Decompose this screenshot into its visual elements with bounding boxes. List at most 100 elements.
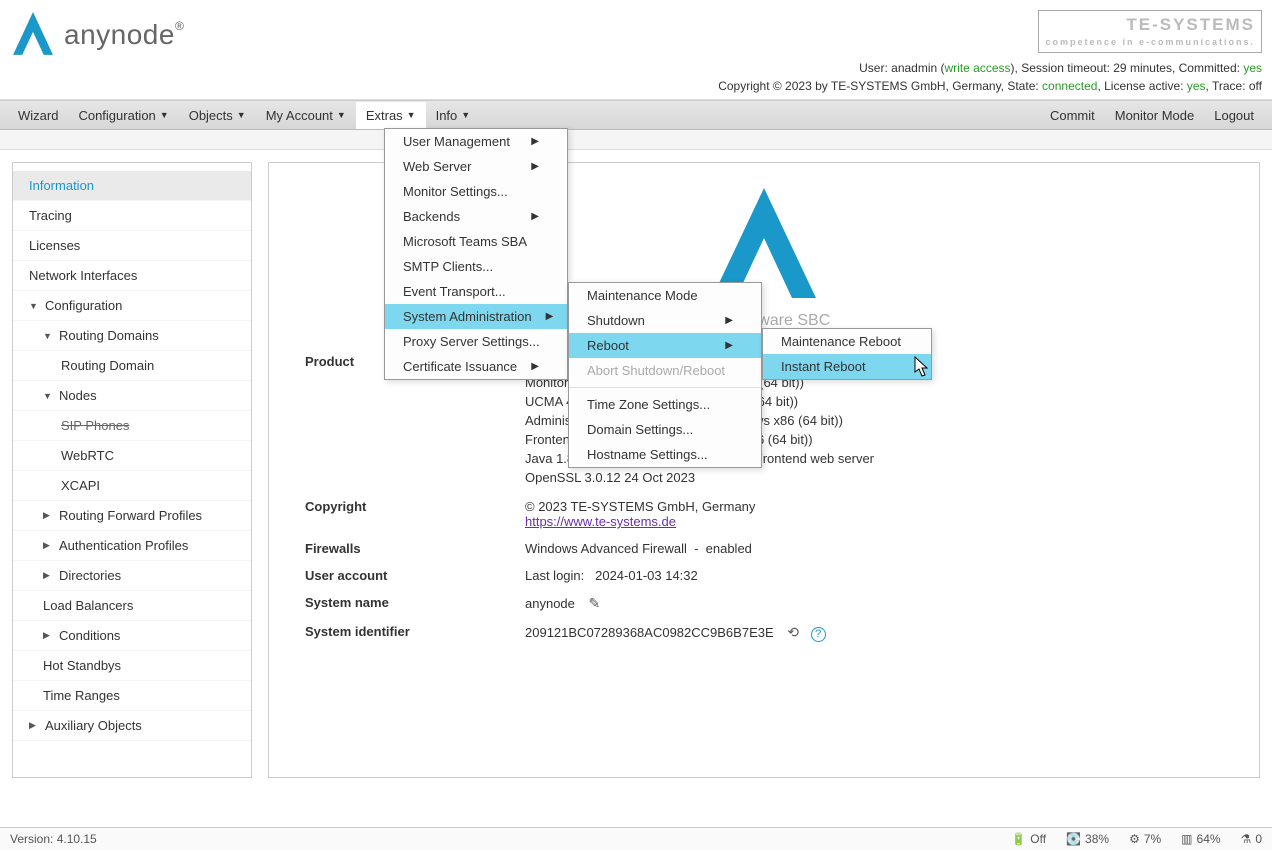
refresh-icon[interactable]: ⟲ [787,624,799,640]
help-icon[interactable]: ? [811,627,826,642]
menu-item[interactable]: Maintenance Reboot [763,329,931,354]
sidebar-item-label: Routing Forward Profiles [59,508,202,523]
menu-configuration[interactable]: Configuration▼ [68,102,178,129]
edit-icon[interactable]: ✎ [589,595,601,611]
sidebar-item[interactable]: ▼Nodes [13,381,251,411]
value-system-name: anynode ✎ [519,589,1229,618]
sidebar-item[interactable]: Information [13,171,251,201]
sidebar-item[interactable]: ▼Configuration [13,291,251,321]
sidebar-item[interactable]: Load Balancers [13,591,251,621]
chevron-right-icon: ▶ [531,211,539,222]
menu-item[interactable]: Microsoft Teams SBA [385,229,567,254]
menu-item-label: Instant Reboot [781,359,866,374]
sidebar-item[interactable]: SIP Phones [13,411,251,441]
caret-icon: ▼ [237,110,246,120]
chevron-down-icon: ▼ [43,391,53,401]
chevron-right-icon: ▶ [531,161,539,172]
menu-wizard[interactable]: Wizard [8,102,68,129]
sidebar-item-label: WebRTC [61,448,114,463]
menu-info[interactable]: Info▼ [426,102,481,129]
menu-item-label: Domain Settings... [587,422,693,437]
menu-monitor-mode[interactable]: Monitor Mode [1105,102,1204,129]
caret-icon: ▼ [160,110,169,120]
footer-version: Version: 4.10.15 [10,832,97,846]
menu-item[interactable]: Hostname Settings... [569,442,761,467]
sidebar-item[interactable]: Licenses [13,231,251,261]
chevron-right-icon: ▶ [531,361,539,372]
value-user-account: Last login: 2024-01-03 14:32 [519,562,1229,589]
header-status: TE-SYSTEMS competence in e-communication… [718,10,1262,95]
sidebar-item-label: Directories [59,568,121,583]
menu-my-account[interactable]: My Account▼ [256,102,356,129]
menu-item[interactable]: Monitor Settings... [385,179,567,204]
sidebar-item[interactable]: Routing Domain [13,351,251,381]
extras-dropdown: User Management▶ Web Server ▶ Monitor Setti… [384,128,568,380]
sidebar-item[interactable]: Tracing [13,201,251,231]
chevron-right-icon: ▶ [725,340,733,351]
menu-item[interactable]: Event Transport... [385,279,567,304]
value-firewalls: Windows Advanced Firewall - enabled [519,535,1229,562]
sidebar-item[interactable]: Time Ranges [13,681,251,711]
caret-icon: ▼ [337,110,346,120]
sidebar-item-label: Load Balancers [43,598,133,613]
sidebar-item-label: Configuration [45,298,122,313]
menu-item-label: Microsoft Teams SBA [403,234,527,249]
menu-item[interactable]: Domain Settings... [569,417,761,442]
sidebar-item[interactable]: Hot Standbys [13,651,251,681]
label-copyright: Copyright [299,493,519,535]
chevron-right-icon: ▶ [546,311,554,322]
anynode-logo-icon [10,10,56,60]
chevron-right-icon: ▶ [43,630,53,641]
sidebar-item[interactable]: ▶Directories [13,561,251,591]
menu-item[interactable]: Time Zone Settings... [569,392,761,417]
sysadmin-dropdown: Maintenance ModeShutdown▶Reboot▶Abort Sh… [568,282,762,468]
footer-connections: ⚗0 [1241,832,1262,846]
menu-objects[interactable]: Objects▼ [179,102,256,129]
sidebar-item-label: Tracing [29,208,72,223]
sidebar-item[interactable]: WebRTC [13,441,251,471]
memory-icon: ▥ [1181,832,1192,846]
sidebar-item[interactable]: Network Interfaces [13,261,251,291]
menu-item[interactable]: User Management▶ [385,129,567,154]
menu-item[interactable]: SMTP Clients... [385,254,567,279]
menu-item[interactable]: Backends▶ [385,204,567,229]
menu-item[interactable]: Instant Reboot [763,354,931,379]
sidebar-item[interactable]: ▶ Conditions [13,621,251,651]
chevron-right-icon: ▶ [29,720,39,731]
sidebar-item[interactable]: ▶ Authentication Profiles [13,531,251,561]
sidebar-item[interactable]: XCAPI [13,471,251,501]
menu-item[interactable]: Web Server ▶ [385,154,567,179]
menu-item[interactable]: Shutdown▶ [569,308,761,333]
menu-item[interactable]: System Administration ▶ [385,304,567,329]
menu-logout[interactable]: Logout [1204,102,1264,129]
sidebar-item-label: Authentication Profiles [59,538,188,553]
sidebar-item-label: Routing Domains [59,328,159,343]
sidebar-item-label: Auxiliary Objects [45,718,142,733]
app-logo: anynode® [10,10,184,60]
chevron-right-icon: ▶ [43,510,53,521]
chevron-right-icon: ▶ [43,540,53,551]
menu-item[interactable]: Maintenance Mode [569,283,761,308]
sidebar-item-label: Conditions [59,628,120,643]
menu-commit[interactable]: Commit [1040,102,1105,129]
sidebar-item[interactable]: ▶ Routing Forward Profiles [13,501,251,531]
menu-item-label: Abort Shutdown/Reboot [587,363,725,378]
menu-extras[interactable]: Extras▼ [356,102,426,129]
menu-item-label: Shutdown [587,313,645,328]
te-systems-link[interactable]: https://www.te-systems.de [525,514,676,529]
disk-icon: 💽 [1066,832,1081,846]
connections-icon: ⚗ [1241,832,1252,846]
menu-item[interactable]: Certificate Issuance▶ [385,354,567,379]
app-logo-text: anynode® [64,19,184,51]
menu-item-label: System Administration [403,309,532,324]
menu-item: Abort Shutdown/Reboot [569,358,761,383]
menu-item-label: Web Server [403,159,471,174]
sidebar-item-label: XCAPI [61,478,100,493]
menu-item[interactable]: Reboot▶ [569,333,761,358]
sidebar-item-label: Licenses [29,238,80,253]
sidebar-item[interactable]: ▼Routing Domains [13,321,251,351]
menu-item[interactable]: Proxy Server Settings... [385,329,567,354]
mouse-cursor-icon [914,356,930,378]
sidebar-item[interactable]: ▶ Auxiliary Objects [13,711,251,741]
footer-mem: ▥64% [1181,832,1220,846]
